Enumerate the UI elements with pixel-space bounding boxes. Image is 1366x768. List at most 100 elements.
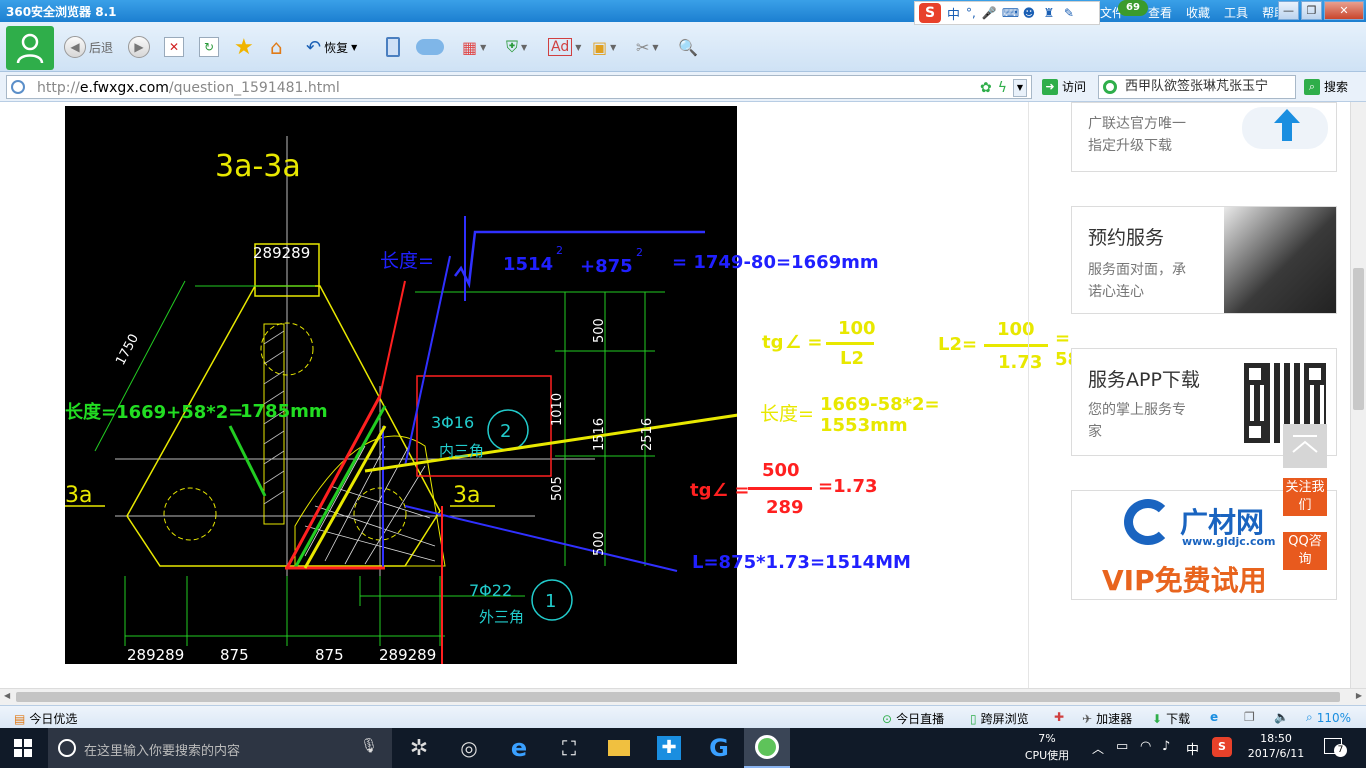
stop-button[interactable]: ✕ <box>164 36 184 58</box>
apps-button[interactable]: ▦ ▼ <box>462 36 486 58</box>
taskbar-app-plus[interactable]: ✚ <box>646 728 692 768</box>
clock[interactable]: 18:50 2017/6/11 <box>1246 732 1306 760</box>
refresh-button[interactable]: ↻ <box>199 36 219 58</box>
user-icon[interactable]: ☻ <box>1022 6 1036 20</box>
ie-mode[interactable]: e <box>1210 710 1218 724</box>
taskbar-app-360browser[interactable] <box>744 728 790 768</box>
zoom-button[interactable]: 🔍 <box>678 36 698 58</box>
gldjc-url: www.gldjc.com <box>1182 535 1276 548</box>
windows[interactable]: ❐ <box>1244 710 1255 724</box>
vertical-scrollbar[interactable] <box>1350 102 1366 688</box>
scroll-left-icon[interactable]: ◀ <box>4 691 10 700</box>
ime-punct[interactable]: °, <box>966 6 976 20</box>
notification-badge[interactable]: 69 <box>1118 0 1148 16</box>
yellow-tg: tg <box>762 332 784 353</box>
loading-icon[interactable]: ✿ <box>980 80 992 96</box>
taskbar-app-browser[interactable]: ◎ <box>446 728 492 768</box>
ad-upgrade[interactable]: 广联达官方唯一 指定升级下载 <box>1071 102 1337 172</box>
microphone-icon[interactable]: 🎤 <box>982 6 997 20</box>
tools-button[interactable]: ▣ ▼ <box>592 36 616 58</box>
back-to-top-button[interactable] <box>1283 424 1327 468</box>
taskbar-search-input[interactable]: 在这里输入你要搜索的内容 🎙 <box>48 728 392 768</box>
taskbar-app-explorer[interactable] <box>596 728 642 768</box>
scissors-icon: ✂ <box>636 37 650 57</box>
action-center-button[interactable]: 7 <box>1324 738 1347 757</box>
download-icon: ⬇ <box>1152 711 1163 726</box>
restore-button[interactable]: ↶ 恢复 ▼ <box>306 36 357 58</box>
fraction-bar <box>984 344 1048 347</box>
today-live[interactable]: ⊙ 今日直播 <box>882 710 944 727</box>
search-input[interactable]: 西甲队欲签张琳芃张玉宁 <box>1098 75 1296 99</box>
ad-block-icon: Ad <box>548 38 573 56</box>
start-button[interactable] <box>0 728 46 768</box>
search-button[interactable]: ⌕ 搜索 <box>1304 78 1348 95</box>
home-button[interactable]: ⌂ <box>270 35 283 59</box>
taskbar-app-pinwheel[interactable]: ✲ <box>396 728 442 768</box>
volume[interactable]: 🔈 <box>1274 710 1289 724</box>
scroll-right-icon[interactable]: ▶ <box>1356 691 1362 700</box>
downloads[interactable]: ⬇ 下载 <box>1152 710 1190 727</box>
yellow-length-value: 1669-58*2= 1553mm <box>820 394 940 436</box>
dropdown-icon[interactable]: ▼ <box>1013 79 1027 97</box>
taskbar-app-glodon[interactable]: G <box>696 728 742 768</box>
follow-us-button[interactable]: 关注我们 <box>1283 478 1327 516</box>
favorite-button[interactable]: ★ <box>234 35 254 60</box>
visit-button[interactable]: ➜ 访问 <box>1042 78 1086 95</box>
bag-icon: ▤ <box>14 711 26 726</box>
ad-filter-button[interactable]: Ad ▼ <box>548 36 581 58</box>
ad-appointment[interactable]: 预约服务 服务面对面，承 诺心连心 <box>1071 206 1337 314</box>
taskbar-app-store[interactable]: ⛶ <box>546 728 592 768</box>
taskbar-app-edge[interactable]: e <box>496 728 542 768</box>
swirl-icon: ◎ <box>460 736 478 760</box>
forward-button[interactable]: ▶ <box>128 36 150 58</box>
accelerator[interactable]: ✈ 加速器 <box>1082 710 1132 727</box>
sogou-tray-icon[interactable]: S <box>1212 737 1232 757</box>
microphone-icon[interactable]: 🎙 <box>360 738 378 754</box>
maximize-button[interactable]: ❐ <box>1301 1 1322 20</box>
ime-lang[interactable]: 中 <box>947 4 960 23</box>
wifi-icon[interactable]: ◠ <box>1140 739 1151 754</box>
undo-icon: ↶ <box>306 36 322 58</box>
cloud-button[interactable] <box>416 36 444 58</box>
minimize-button[interactable]: — <box>1278 1 1299 20</box>
back-button[interactable]: ◀ 后退 <box>64 36 113 58</box>
ime-indicator[interactable]: 中 <box>1186 739 1199 758</box>
chevron-up-icon[interactable]: ︿ <box>1092 740 1104 757</box>
security-button[interactable]: ⛨ ▼ <box>506 36 527 58</box>
close-button[interactable]: ✕ <box>1324 1 1364 20</box>
keyboard-icon[interactable]: ⌨ <box>1002 6 1019 20</box>
ime-toolbar: S 中 °, 🎤 ⌨ ☻ ♜ ✎ <box>914 1 1100 25</box>
qq-consult-button[interactable]: QQ咨询 <box>1283 532 1327 570</box>
blue-875: +875 <box>580 256 633 277</box>
battery-icon[interactable]: ▭ <box>1116 739 1128 754</box>
lightning-icon[interactable]: ϟ <box>998 80 1007 96</box>
menu-favorites[interactable]: 收藏 <box>1186 4 1210 21</box>
user-avatar-button[interactable] <box>6 26 54 70</box>
mobile-button[interactable] <box>386 36 400 58</box>
handshake-image <box>1224 207 1336 313</box>
url-input[interactable]: http://e.fwxgx.com/question_1591481.html… <box>6 75 1032 99</box>
cpu-usage[interactable]: 7% CPU使用 <box>1024 732 1070 763</box>
cross-screen[interactable]: ▯ 跨屏浏览 <box>970 710 1029 727</box>
menu-view[interactable]: 查看 <box>1148 4 1172 21</box>
gldjc-logo-icon <box>1124 499 1172 545</box>
shirt-icon[interactable]: ♜ <box>1042 6 1056 20</box>
today-picks[interactable]: ▤ 今日优选 <box>14 710 77 727</box>
scrollbar-thumb[interactable] <box>16 692 1340 702</box>
play-icon: ⊙ <box>882 711 893 726</box>
sogou-logo-icon[interactable]: S <box>919 3 941 23</box>
ie-icon: e <box>1210 710 1219 724</box>
column-divider <box>1028 102 1029 688</box>
pinwheel-icon: ✲ <box>409 735 429 761</box>
enter-arrow-icon: ➜ <box>1042 78 1058 95</box>
screenshot-button[interactable]: ✂ ▼ <box>636 36 659 58</box>
scrollbar-thumb[interactable] <box>1353 268 1364 410</box>
medkit[interactable]: ✚ <box>1054 710 1064 724</box>
wrench-icon[interactable]: ✎ <box>1062 6 1076 20</box>
zoom-level[interactable]: ⌕ 110% <box>1306 710 1351 725</box>
refresh-icon: ↻ <box>199 37 219 57</box>
speaker-icon[interactable]: ♪ <box>1162 739 1170 754</box>
horizontal-scrollbar[interactable]: ◀ ▶ <box>0 688 1366 705</box>
blue-length-label: 长度= <box>380 250 434 272</box>
menu-tools[interactable]: 工具 <box>1224 4 1248 21</box>
